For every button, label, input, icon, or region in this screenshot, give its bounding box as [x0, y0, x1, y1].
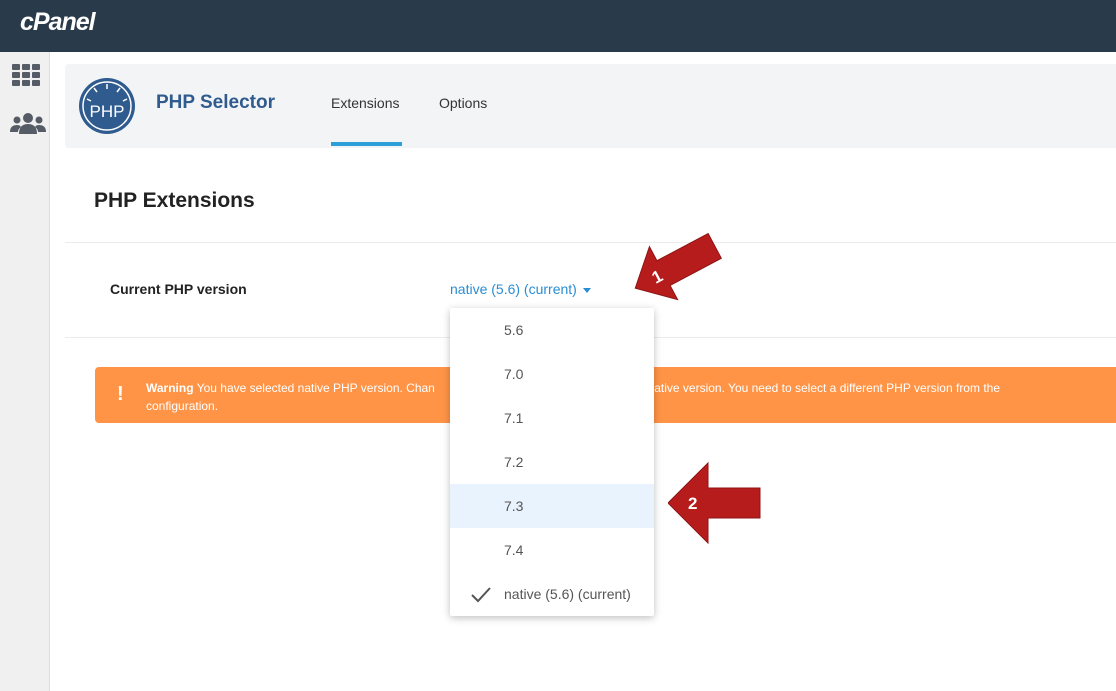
version-option-native[interactable]: native (5.6) (current): [450, 572, 654, 616]
cpanel-logo[interactable]: cPanel: [20, 8, 96, 37]
php-version-menu: 5.6 7.0 7.1 7.2 7.3 7.4 native (5.6) (cu…: [450, 308, 654, 616]
version-option-5-6[interactable]: 5.6: [450, 308, 654, 352]
grid-icon[interactable]: [10, 62, 42, 92]
annotation-arrow-1: 1: [634, 232, 722, 301]
php-logo-text: PHP: [90, 102, 125, 121]
php-version-dropdown-toggle[interactable]: native (5.6) (current): [450, 281, 591, 297]
section-title: PHP Extensions: [94, 189, 255, 212]
php-selector-logo: PHP: [78, 77, 136, 135]
sidebar: [0, 52, 50, 691]
version-option-7-0[interactable]: 7.0: [450, 352, 654, 396]
warning-prefix: Warning: [146, 381, 194, 395]
annotation-arrow-2: 2: [668, 462, 761, 544]
version-label: Current PHP version: [110, 281, 247, 297]
exclamation-icon: !: [117, 383, 124, 405]
version-value: native (5.6) (current): [450, 281, 577, 297]
divider: [65, 242, 1116, 243]
annotation-number-2: 2: [688, 494, 697, 513]
version-option-7-1[interactable]: 7.1: [450, 396, 654, 440]
warning-text-left: You have selected native PHP version. Ch…: [196, 381, 435, 395]
checkmark-icon: [471, 587, 491, 603]
warning-text-line2: configuration.: [146, 399, 219, 413]
version-option-7-3[interactable]: 7.3: [450, 484, 654, 528]
version-option-7-4[interactable]: 7.4: [450, 528, 654, 572]
tab-options[interactable]: Options: [439, 95, 487, 111]
page-title: PHP Selector: [156, 92, 275, 113]
tab-extensions[interactable]: Extensions: [331, 95, 399, 111]
active-tab-indicator: [331, 142, 402, 146]
caret-down-icon: [582, 287, 591, 293]
version-option-7-2[interactable]: 7.2: [450, 440, 654, 484]
users-icon[interactable]: [10, 110, 46, 140]
top-bar: cPanel: [0, 0, 1116, 52]
